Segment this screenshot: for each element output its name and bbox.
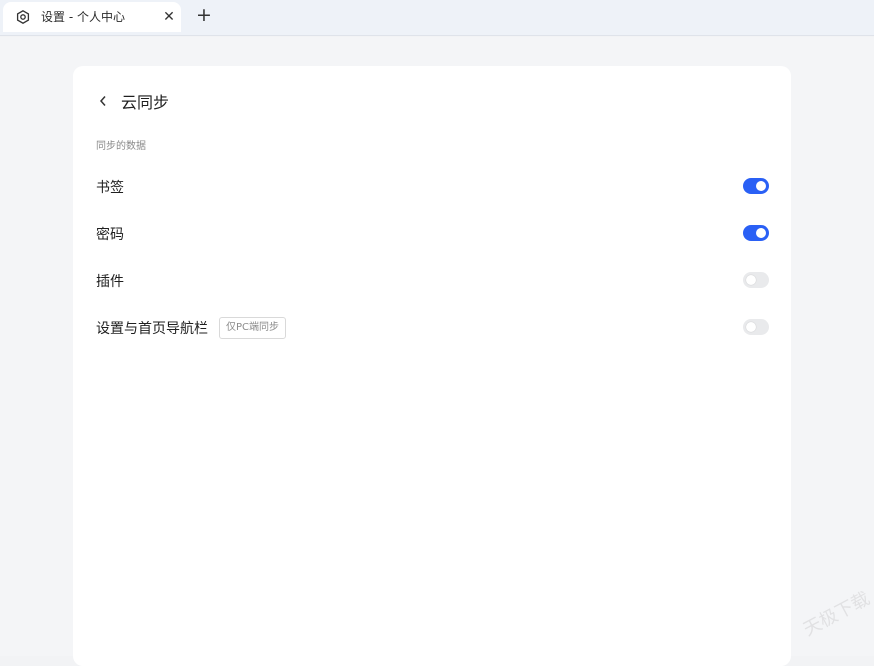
settings-panel: 云同步 同步的数据 书签 密码 插件 设置与首页导航栏 仅PC端同步 xyxy=(73,66,791,666)
page-title: 云同步 xyxy=(121,93,170,112)
tab-settings[interactable]: 设置 - 个人中心 ✕ xyxy=(3,2,181,32)
section-label: 同步的数据 xyxy=(96,141,146,152)
tab-title: 设置 - 个人中心 xyxy=(41,10,125,24)
back-button[interactable] xyxy=(95,91,111,111)
new-tab-button[interactable]: + xyxy=(194,5,214,25)
toggle-knob xyxy=(746,322,756,332)
sync-item-extensions: 插件 xyxy=(96,269,769,293)
sync-item-bookmarks: 书签 xyxy=(96,175,769,199)
page-header: 云同步 xyxy=(95,90,169,112)
chevron-left-icon xyxy=(99,96,106,106)
sync-item-label: 书签 xyxy=(96,180,124,196)
sync-item-passwords: 密码 xyxy=(96,222,769,246)
sync-item-label: 密码 xyxy=(96,227,124,243)
sync-item-settings-navbar: 设置与首页导航栏 仅PC端同步 xyxy=(96,316,769,340)
toggle-knob xyxy=(746,275,756,285)
bookmarks-toggle[interactable] xyxy=(743,178,769,194)
sync-item-label: 设置与首页导航栏 xyxy=(96,321,208,337)
toggle-knob xyxy=(756,228,766,238)
settings-gear-icon xyxy=(15,9,31,25)
extensions-toggle[interactable] xyxy=(743,272,769,288)
passwords-toggle[interactable] xyxy=(743,225,769,241)
tab-close-icon[interactable]: ✕ xyxy=(160,8,178,26)
settings-navbar-toggle[interactable] xyxy=(743,319,769,335)
tab-bar: 设置 - 个人中心 ✕ + xyxy=(0,0,874,36)
sync-item-label: 插件 xyxy=(96,274,124,290)
toggle-knob xyxy=(756,181,766,191)
pc-only-badge: 仅PC端同步 xyxy=(219,317,287,339)
